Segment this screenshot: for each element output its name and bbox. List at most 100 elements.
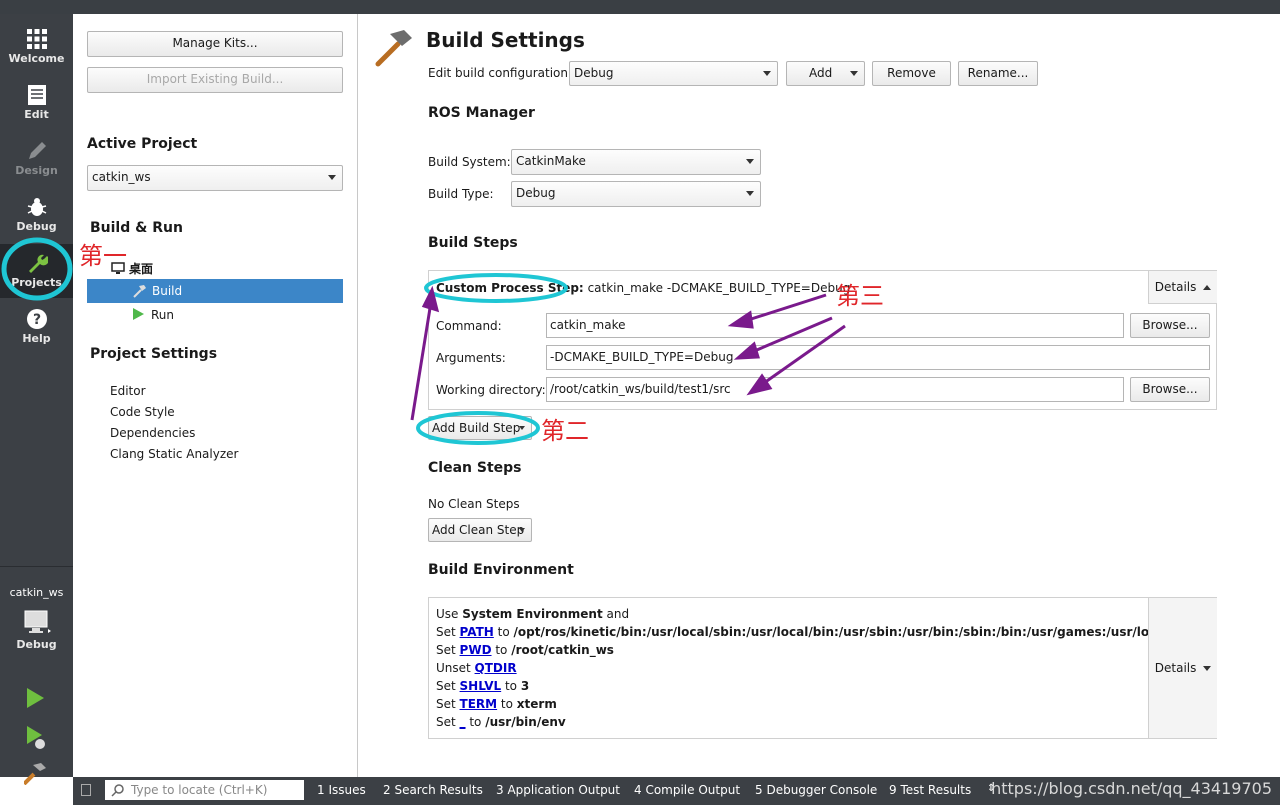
env-details-button[interactable]: Details xyxy=(1148,598,1217,738)
rename-config-button[interactable]: Rename... xyxy=(958,61,1038,86)
settings-item-code-style[interactable]: Code Style xyxy=(110,405,175,419)
monitor-icon xyxy=(24,610,51,633)
grid-icon xyxy=(26,29,47,49)
pane-application-output[interactable]: 3 Application Output xyxy=(496,783,620,797)
run-icon xyxy=(133,308,144,320)
arguments-field[interactable]: -DCMAKE_BUILD_TYPE=Debug xyxy=(546,345,1210,370)
build-steps-heading: Build Steps xyxy=(428,235,518,251)
project-settings-heading: Project Settings xyxy=(90,346,218,362)
page-title: Build Settings xyxy=(426,28,585,52)
chevron-down-icon xyxy=(746,191,754,196)
kit-project-name: catkin_ws xyxy=(9,586,64,599)
watermark-text: https://blog.csdn.net/qq_43419705 xyxy=(991,779,1272,798)
project-panel: Manage Kits... Import Existing Build... … xyxy=(73,14,358,777)
tree-item-run-label: Run xyxy=(151,308,175,322)
mode-welcome[interactable]: Welcome xyxy=(0,20,73,74)
workdir-label: Working directory: xyxy=(436,383,546,397)
add-config-button[interactable]: Add xyxy=(786,61,865,86)
mode-design[interactable]: Design xyxy=(0,132,73,186)
env-text: and xyxy=(602,607,630,621)
ros-manager-heading: ROS Manager xyxy=(428,105,535,121)
pane-debugger-console[interactable]: 5 Debugger Console xyxy=(755,783,877,797)
arguments-label: Arguments: xyxy=(436,351,506,365)
build-button[interactable] xyxy=(22,761,48,788)
remove-config-button[interactable]: Remove xyxy=(872,61,951,86)
debug-run-icon xyxy=(27,726,45,749)
help-icon: ? xyxy=(26,309,47,329)
env-value: 3 xyxy=(520,679,530,693)
sidebar-toggle-icon[interactable] xyxy=(81,784,91,796)
build-type-value: Debug xyxy=(516,186,556,200)
import-build-button[interactable]: Import Existing Build... xyxy=(87,67,343,93)
build-config-combo[interactable]: Debug xyxy=(569,61,778,86)
add-build-step-button[interactable]: Add Build Step xyxy=(428,416,532,440)
env-var-link[interactable]: QTDIR xyxy=(475,661,517,675)
env-line: Set SHLVL to 3 xyxy=(436,679,529,693)
mode-edit[interactable]: Edit xyxy=(0,76,73,130)
mode-debug[interactable]: Debug xyxy=(0,188,73,242)
env-value: System Environment xyxy=(462,607,603,621)
tree-item-build-label: Build xyxy=(152,284,183,298)
env-var-link[interactable]: PWD xyxy=(460,643,492,657)
settings-item-dependencies[interactable]: Dependencies xyxy=(110,426,195,440)
add-clean-step-button[interactable]: Add Clean Step xyxy=(428,518,532,542)
pane-search-results[interactable]: 2 Search Results xyxy=(383,783,483,797)
env-text: to xyxy=(493,625,514,639)
add-config-label: Add xyxy=(809,66,833,80)
mode-projects-label: Projects xyxy=(11,276,62,289)
step-details-label: Details xyxy=(1154,280,1197,294)
workdir-field[interactable]: /root/catkin_ws/build/test1/src xyxy=(546,377,1124,402)
pane-compile-output[interactable]: 4 Compile Output xyxy=(634,783,740,797)
edit-config-label: Edit build configuration: xyxy=(428,66,573,80)
locator-input[interactable]: Type to locate (Ctrl+K) xyxy=(105,780,304,800)
kit-selector[interactable]: Debug xyxy=(0,602,73,662)
manage-kits-button[interactable]: Manage Kits... xyxy=(87,31,343,57)
mode-edit-label: Edit xyxy=(24,108,49,121)
chevron-down-icon xyxy=(519,528,525,532)
mode-welcome-label: Welcome xyxy=(8,52,65,65)
add-build-step-label: Add Build Step xyxy=(432,421,521,435)
step-details-button[interactable]: Details xyxy=(1148,271,1217,304)
debug-run-button[interactable] xyxy=(24,724,48,753)
output-pane-bar: Type to locate (Ctrl+K) 1 Issues 2 Searc… xyxy=(73,777,1280,805)
settings-item-editor[interactable]: Editor xyxy=(110,384,146,398)
env-text: Use xyxy=(436,607,463,621)
hammer-icon xyxy=(22,763,46,786)
env-text: Set xyxy=(436,643,460,657)
mode-debug-label: Debug xyxy=(16,220,57,233)
tree-item-build[interactable]: Build xyxy=(87,279,343,303)
build-system-combo[interactable]: CatkinMake xyxy=(511,149,761,175)
workdir-browse-button[interactable]: Browse... xyxy=(1130,377,1210,402)
bug-icon xyxy=(27,198,46,216)
custom-step-title: Custom Process Step: xyxy=(436,281,584,295)
build-config-value: Debug xyxy=(574,66,614,80)
pane-test-results[interactable]: 9 Test Results xyxy=(889,783,971,797)
env-var-link[interactable]: SHLVL xyxy=(460,679,502,693)
env-details-label: Details xyxy=(1154,661,1197,675)
pane-issues[interactable]: 1 Issues xyxy=(317,783,366,797)
env-text: Unset xyxy=(436,661,475,675)
env-line: Unset QTDIR xyxy=(436,661,517,675)
command-browse-button[interactable]: Browse... xyxy=(1130,313,1210,338)
env-var-link[interactable]: TERM xyxy=(460,697,498,711)
chevron-down-icon xyxy=(328,175,336,180)
locator-placeholder: Type to locate (Ctrl+K) xyxy=(131,783,268,797)
custom-step-header: Custom Process Step: catkin_make -DCMAKE… xyxy=(436,281,850,295)
build-environment-summary: Use System Environment and Set PATH to /… xyxy=(428,597,1217,739)
mode-help[interactable]: ? Help xyxy=(0,300,73,354)
command-field[interactable]: catkin_make xyxy=(546,313,1124,338)
active-project-combo[interactable]: catkin_ws xyxy=(87,165,343,191)
env-text: to xyxy=(501,679,521,693)
run-button[interactable] xyxy=(24,686,46,713)
settings-item-clang-analyzer[interactable]: Clang Static Analyzer xyxy=(110,447,238,461)
kit-tree-label: 桌面 xyxy=(129,262,154,276)
env-value: /usr/bin/env xyxy=(485,715,566,729)
tree-item-run[interactable]: Run xyxy=(131,307,174,322)
mode-projects[interactable]: Projects xyxy=(0,244,73,298)
build-type-combo[interactable]: Debug xyxy=(511,181,761,207)
add-clean-step-label: Add Clean Step xyxy=(432,523,525,537)
chevron-down-icon xyxy=(1203,666,1212,671)
chevron-down-icon xyxy=(519,426,525,430)
env-text: Set xyxy=(436,697,460,711)
env-var-link[interactable]: PATH xyxy=(460,625,494,639)
